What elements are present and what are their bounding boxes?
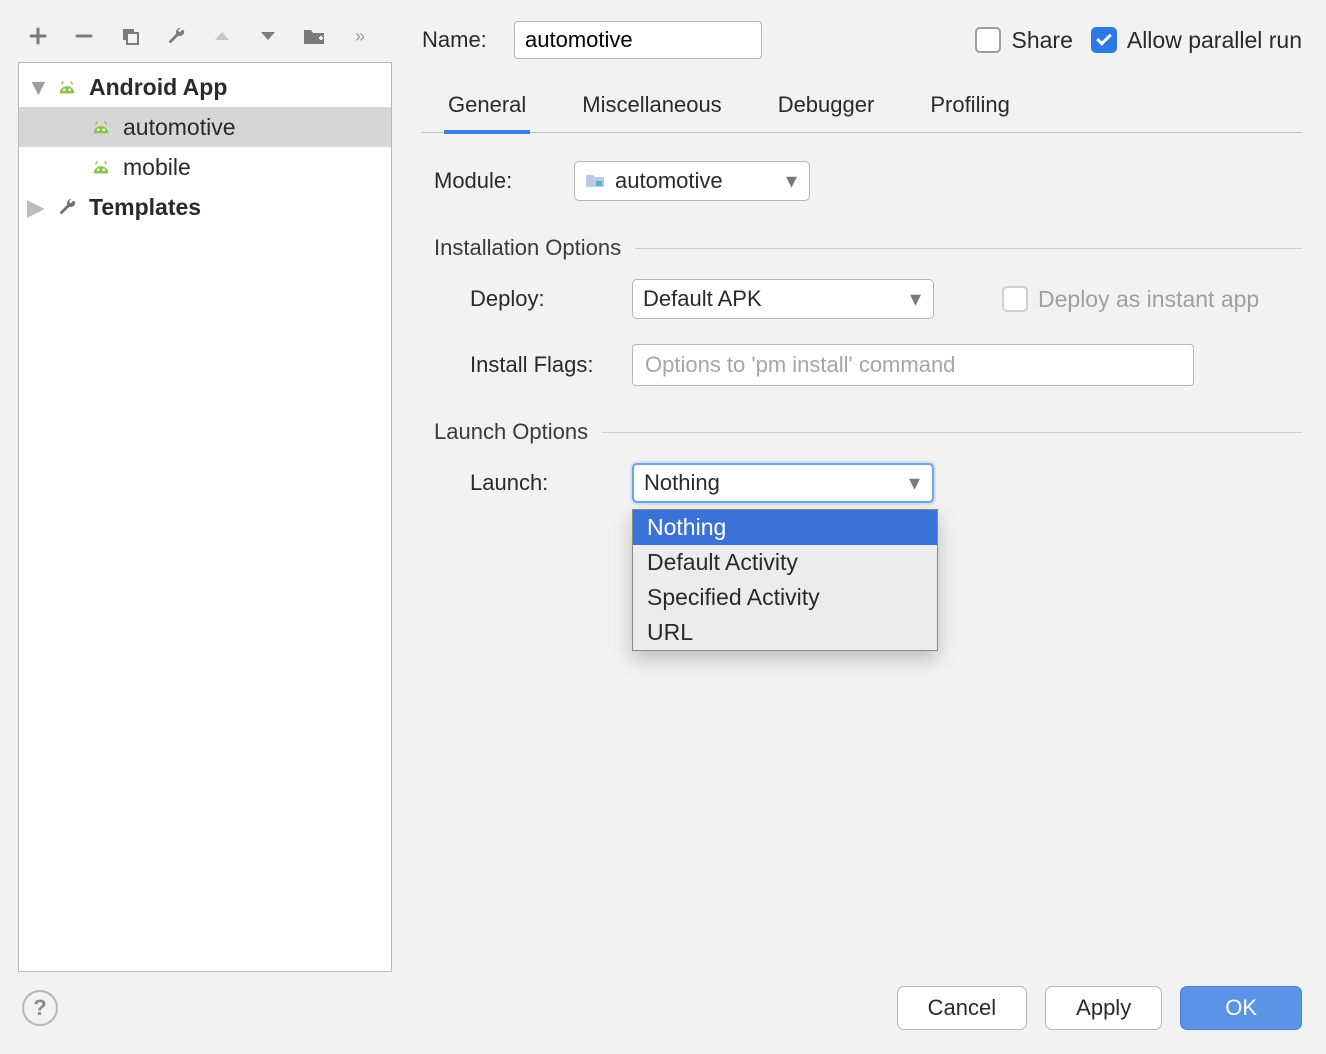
- tree-label: Templates: [89, 194, 201, 221]
- wrench-icon: [55, 196, 79, 218]
- launch-option[interactable]: Specified Activity: [633, 580, 937, 615]
- deploy-instant-label: Deploy as instant app: [1038, 286, 1259, 313]
- help-button[interactable]: ?: [22, 990, 58, 1026]
- divider: [635, 248, 1302, 249]
- launch-option[interactable]: URL: [633, 615, 937, 650]
- tree-group-templates[interactable]: ▶ Templates: [19, 187, 391, 227]
- name-input[interactable]: [514, 21, 762, 59]
- deploy-instant-checkbox: Deploy as instant app: [1002, 286, 1259, 313]
- divider: [602, 432, 1302, 433]
- chevron-down-icon: ▼: [27, 74, 45, 101]
- module-label: Module:: [434, 168, 550, 194]
- tab-general[interactable]: General: [444, 92, 530, 134]
- tree-group-android-app[interactable]: ▼ Android App: [19, 67, 391, 107]
- deploy-value: Default APK: [643, 286, 900, 312]
- install-flags-input[interactable]: [632, 344, 1194, 386]
- cancel-button[interactable]: Cancel: [897, 986, 1027, 1030]
- module-value: automotive: [615, 168, 776, 194]
- more-icon[interactable]: »: [348, 24, 372, 48]
- move-up-icon[interactable]: [210, 24, 234, 48]
- chevron-right-icon: ▶: [27, 194, 45, 221]
- launch-option[interactable]: Nothing: [633, 510, 937, 545]
- tree-toolbar: »: [18, 10, 392, 62]
- tree-item-automotive[interactable]: automotive: [19, 107, 391, 147]
- android-icon: [89, 158, 113, 176]
- module-combo[interactable]: automotive ▾: [574, 161, 810, 201]
- copy-icon[interactable]: [118, 24, 142, 48]
- tree-label: Android App: [89, 74, 227, 101]
- parallel-label: Allow parallel run: [1127, 27, 1302, 54]
- save-folder-icon[interactable]: [302, 24, 326, 48]
- launch-label: Launch:: [470, 470, 608, 496]
- chevron-down-icon: ▾: [786, 168, 797, 194]
- remove-icon[interactable]: [72, 24, 96, 48]
- launch-option[interactable]: Default Activity: [633, 545, 937, 580]
- config-tree: ▼ Android App automotive mobile ▶ Templa…: [18, 62, 392, 972]
- share-checkbox[interactable]: Share: [975, 27, 1072, 54]
- chevron-down-icon: ▾: [909, 470, 920, 496]
- add-icon[interactable]: [26, 24, 50, 48]
- ok-button[interactable]: OK: [1180, 986, 1302, 1030]
- tab-profiling[interactable]: Profiling: [926, 92, 1013, 132]
- name-label: Name:: [422, 27, 496, 53]
- tree-label: automotive: [123, 114, 236, 141]
- apply-button[interactable]: Apply: [1045, 986, 1162, 1030]
- tree-label: mobile: [123, 154, 191, 181]
- deploy-label: Deploy:: [470, 286, 608, 312]
- tree-item-mobile[interactable]: mobile: [19, 147, 391, 187]
- wrench-icon[interactable]: [164, 24, 188, 48]
- install-flags-label: Install Flags:: [470, 352, 608, 378]
- android-icon: [55, 78, 79, 96]
- folder-icon: [585, 168, 605, 194]
- launch-dropdown: Nothing Default Activity Specified Activ…: [632, 509, 938, 651]
- install-heading: Installation Options: [434, 235, 621, 261]
- android-icon: [89, 118, 113, 136]
- launch-value: Nothing: [644, 470, 899, 496]
- allow-parallel-checkbox[interactable]: Allow parallel run: [1091, 27, 1302, 54]
- tab-debugger[interactable]: Debugger: [774, 92, 879, 132]
- chevron-down-icon: ▾: [910, 286, 921, 312]
- deploy-combo[interactable]: Default APK ▾: [632, 279, 934, 319]
- move-down-icon[interactable]: [256, 24, 280, 48]
- tab-bar: General Miscellaneous Debugger Profiling: [422, 78, 1302, 133]
- launch-combo[interactable]: Nothing ▾: [632, 463, 934, 503]
- share-label: Share: [1011, 27, 1072, 54]
- launch-heading: Launch Options: [434, 419, 588, 445]
- tab-miscellaneous[interactable]: Miscellaneous: [578, 92, 725, 132]
